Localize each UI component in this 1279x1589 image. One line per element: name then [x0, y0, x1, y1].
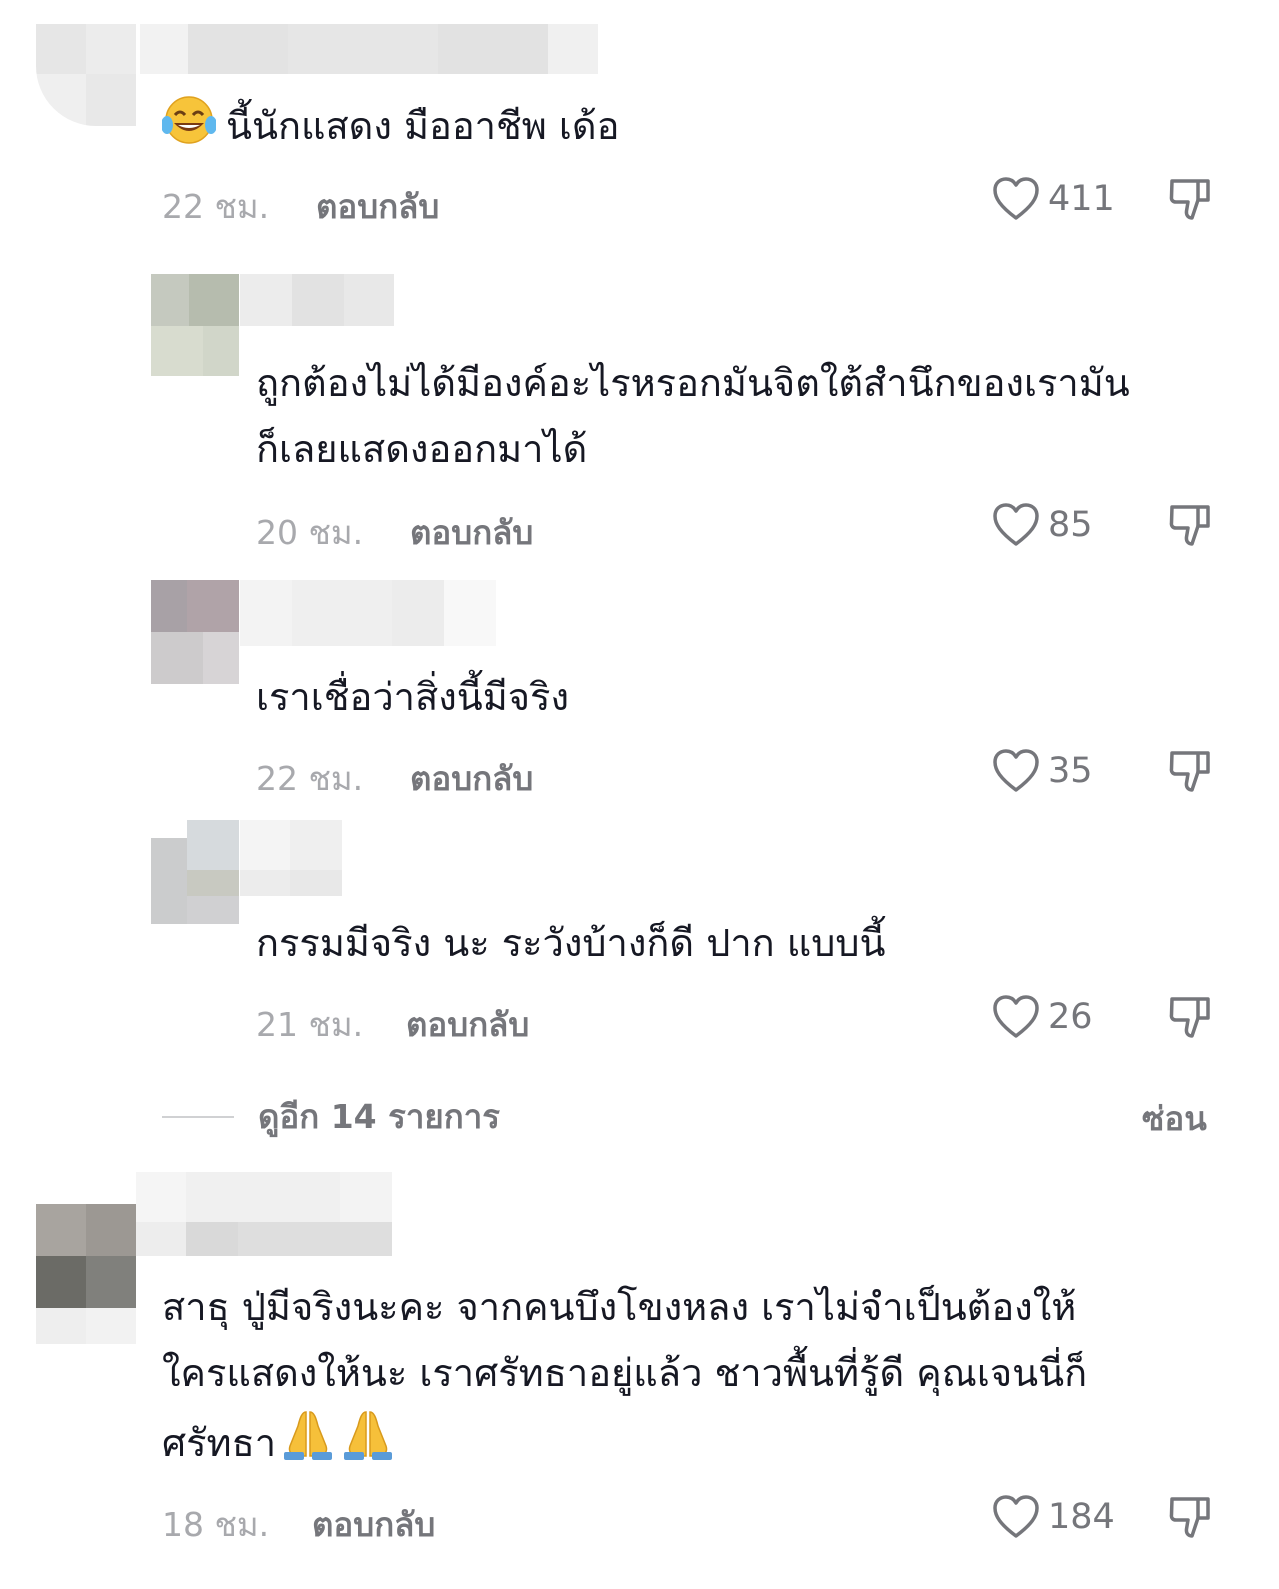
reply-button[interactable]: ตอบกลับ [406, 998, 529, 1051]
like-button[interactable]: 184 [992, 1494, 1115, 1540]
dislike-button[interactable] [1168, 176, 1214, 228]
thumbs-down-icon [1169, 179, 1210, 220]
view-more-replies[interactable]: ดูอีก 14 รายการ [162, 1090, 500, 1143]
dislike-button[interactable] [1168, 1494, 1214, 1546]
thumbs-down-icon [1169, 751, 1210, 792]
thumbs-down-icon [1169, 505, 1210, 546]
like-count: 85 [1048, 505, 1093, 545]
dislike-button[interactable] [1168, 748, 1214, 800]
like-button[interactable]: 85 [992, 502, 1093, 548]
comment-text: กรรมมีจริง นะ ระวังบ้างก็ดี ปาก แบบนี้ [256, 921, 886, 965]
comment-time: 20 ชม. [256, 513, 364, 552]
like-button[interactable]: 411 [992, 176, 1115, 222]
like-count: 35 [1048, 751, 1093, 791]
like-button[interactable]: 35 [992, 748, 1093, 794]
like-count: 411 [1048, 179, 1115, 219]
heart-icon [993, 1495, 1039, 1538]
comment-time: 22 ชม. [256, 759, 364, 798]
divider [162, 1115, 234, 1118]
hide-replies-button[interactable]: ซ่อน [1142, 1092, 1207, 1145]
view-more-label[interactable]: ดูอีก 14 รายการ [258, 1090, 500, 1143]
laughing-tears-emoji [161, 95, 217, 165]
heart-icon [993, 749, 1039, 792]
avatar[interactable] [151, 580, 239, 684]
comment-text: สาธุ ปู่มีจริงนะคะ จากคนบึงโขงหลง เราไม่… [162, 1274, 1087, 1482]
username-blurred[interactable] [240, 820, 342, 896]
avatar[interactable] [151, 274, 239, 376]
heart-icon [993, 503, 1039, 546]
like-count: 26 [1048, 997, 1093, 1037]
comment-time: 22 ชม. [162, 187, 270, 226]
comment-time: 18 ชม. [162, 1505, 270, 1544]
thumbs-down-icon [1169, 997, 1210, 1038]
reply-button[interactable]: ตอบกลับ [410, 752, 533, 805]
folded-hands-emoji [280, 1406, 336, 1482]
username-blurred[interactable] [240, 274, 394, 326]
avatar[interactable] [36, 24, 136, 126]
avatar[interactable] [36, 1204, 136, 1344]
comment-text: นี้นักแสดง มืออาชีพ เด้อ [161, 93, 619, 165]
reply-button[interactable]: ตอบกลับ [316, 180, 439, 233]
username-blurred[interactable] [140, 24, 598, 74]
heart-icon [993, 177, 1039, 220]
comment-text: เราเชื่อว่าสิ่งนี้มีจริง [256, 675, 570, 719]
like-button[interactable]: 26 [992, 994, 1093, 1040]
username-blurred[interactable] [136, 1172, 392, 1256]
reply-button[interactable]: ตอบกลับ [312, 1498, 435, 1551]
username-blurred[interactable] [240, 580, 496, 646]
comment-time: 21 ชม. [256, 1005, 364, 1044]
dislike-button[interactable] [1168, 994, 1214, 1046]
like-count: 184 [1048, 1497, 1115, 1537]
heart-icon [993, 995, 1039, 1038]
comment-text: ถูกต้องไม่ได้มีองค์อะไรหรอกมันจิตใต้สำนึ… [256, 361, 1130, 471]
thumbs-down-icon [1169, 1497, 1210, 1538]
reply-button[interactable]: ตอบกลับ [410, 506, 533, 559]
dislike-button[interactable] [1168, 502, 1214, 554]
avatar[interactable] [151, 820, 239, 924]
folded-hands-emoji [340, 1406, 396, 1482]
